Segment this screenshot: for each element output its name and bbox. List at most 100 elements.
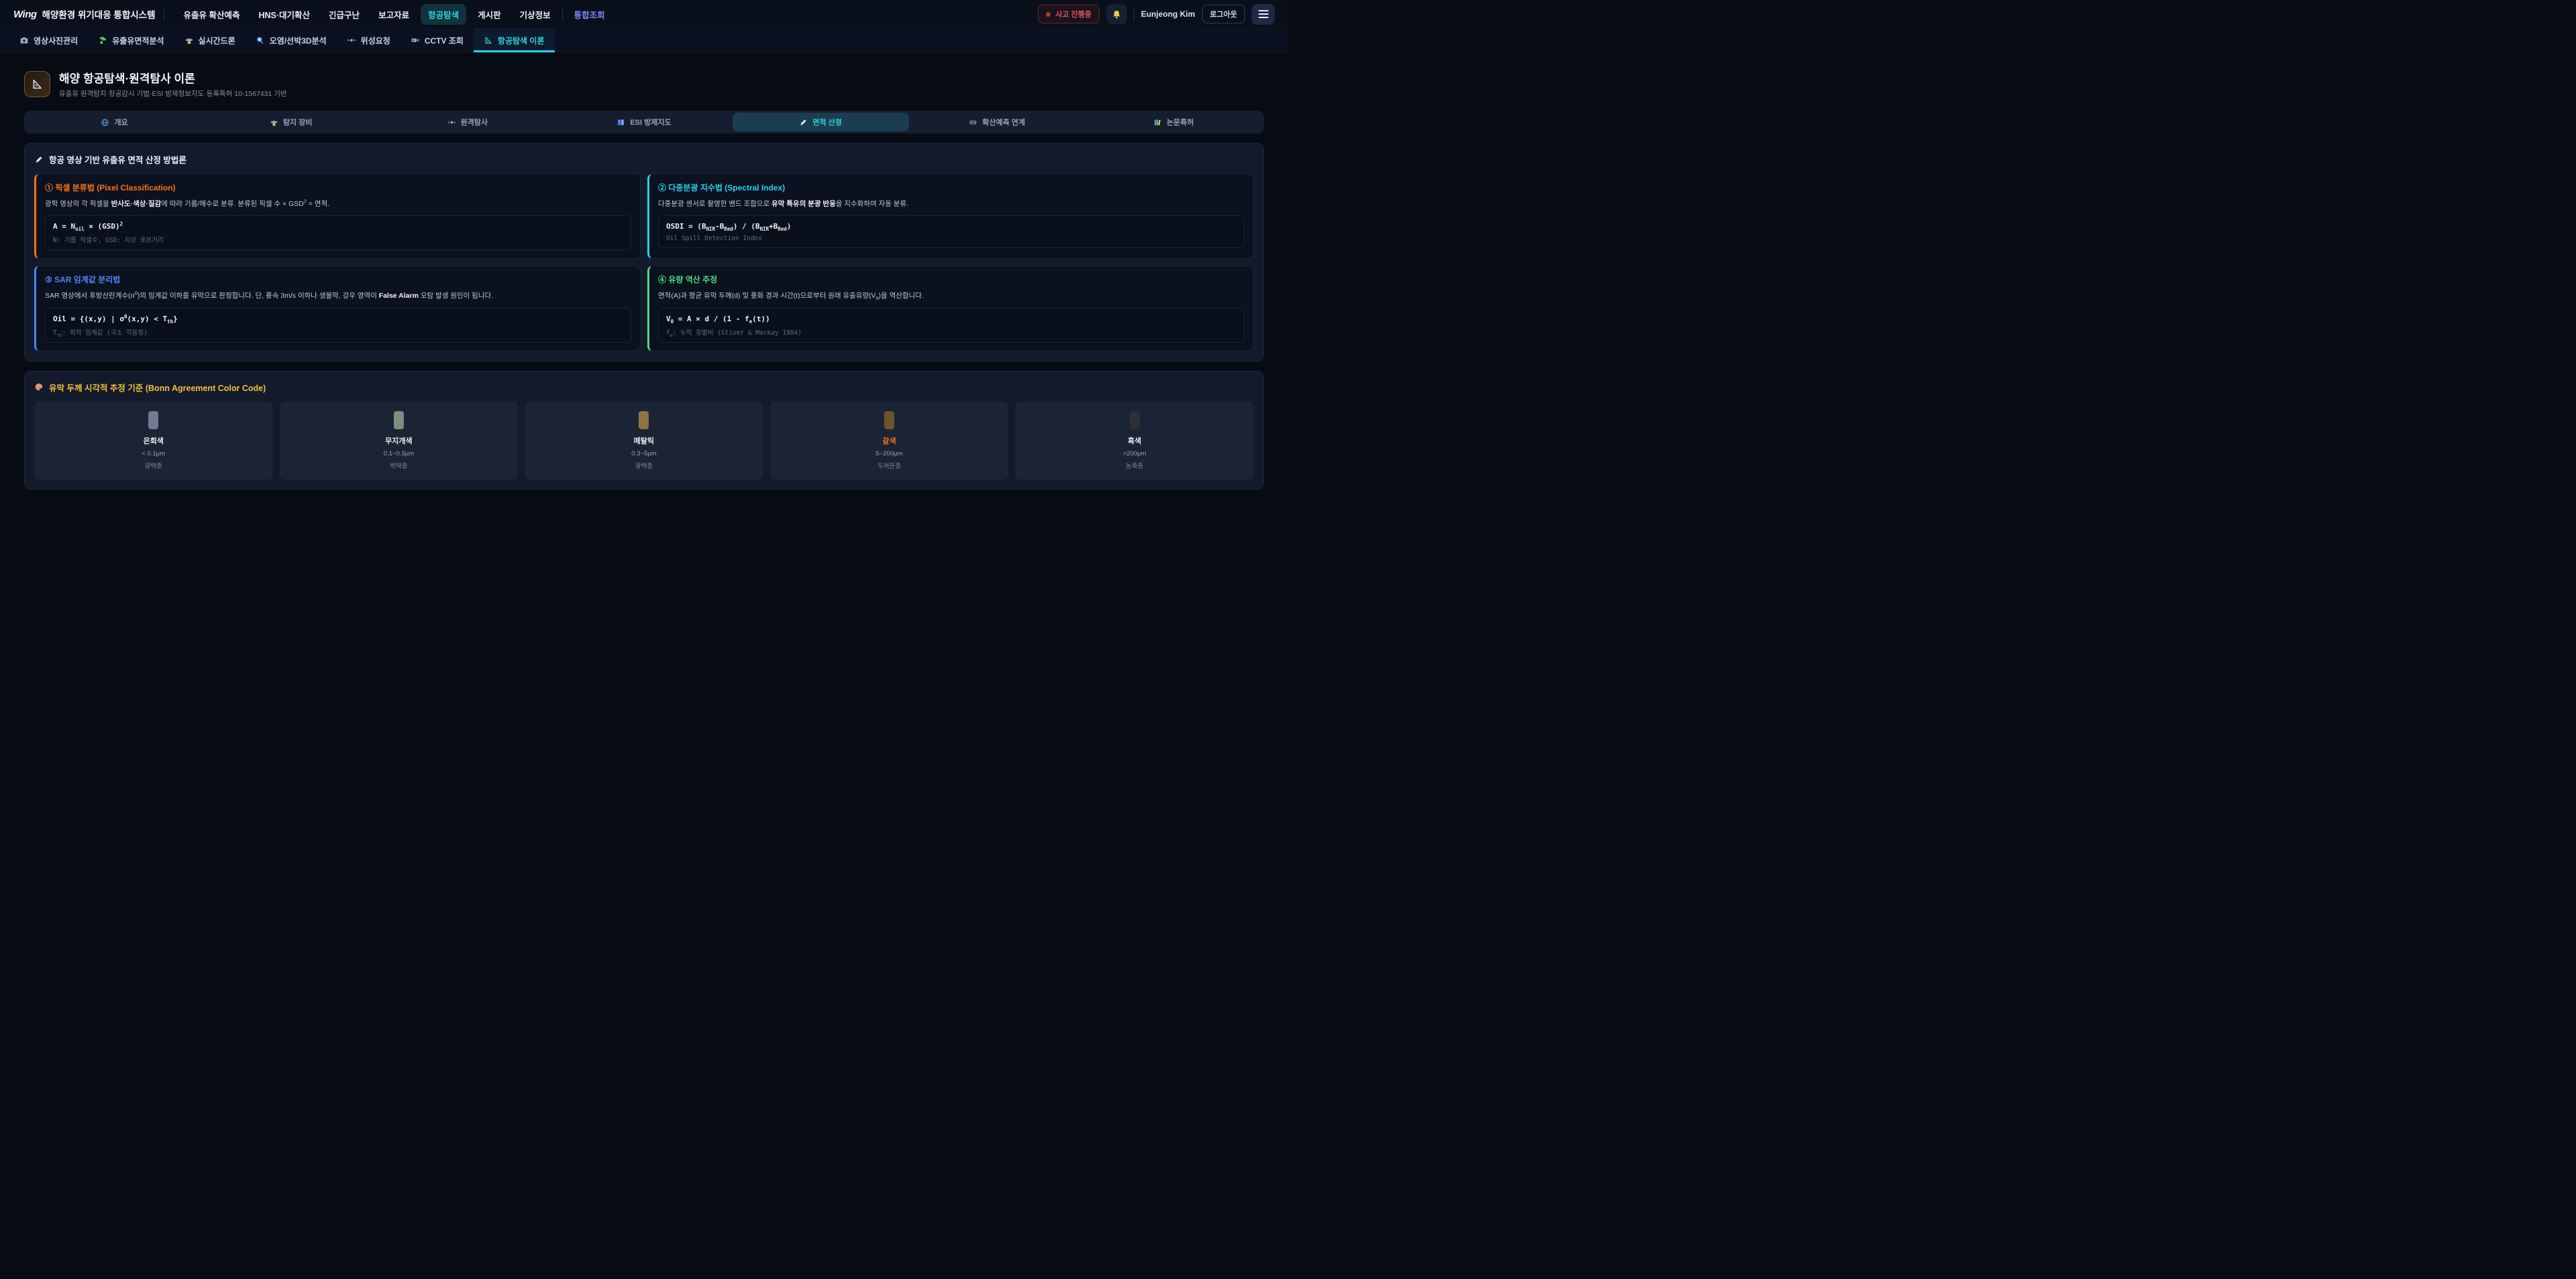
menu-item-board[interactable]: 게시판 — [470, 4, 508, 25]
pencil-icon — [799, 118, 808, 127]
formula-note: fe: 누적 증발비 (Stiver & Mackay 1984) — [666, 327, 1236, 337]
method-card-title: ④ 유량 역산 추정 — [658, 274, 1244, 285]
status-badge-label: 사고 진행중 — [1055, 9, 1091, 19]
palette-icon — [34, 382, 44, 392]
divider — [562, 7, 563, 21]
logout-button[interactable]: 로그아웃 — [1202, 5, 1245, 23]
page-subtitle: 유출유 원격탐지·항공감시 기법·ESI 방제정보지도·등록특허 10-1567… — [59, 89, 287, 99]
menu-item-hns[interactable]: HNS·대기확산 — [251, 4, 317, 25]
menu-item-reports[interactable]: 보고자료 — [371, 4, 417, 25]
method-card-body: 광학 영상의 각 픽셀을 반사도·색상·질감에 따라 기름/해수로 분류. 분류… — [45, 199, 631, 209]
menu-item-integrated-search[interactable]: 통합조회 — [567, 4, 612, 25]
status-dot-icon — [1046, 12, 1051, 17]
method-card-title: ② 다중분광 지수법 (Spectral Index) — [658, 182, 1244, 193]
books-icon — [1153, 118, 1162, 127]
menu-item-weather[interactable]: 기상정보 — [513, 4, 558, 25]
subnav-item-photo-management[interactable]: 영상사진관리 — [9, 28, 88, 52]
drone-icon — [270, 118, 278, 127]
sub-navbar: 영상사진관리 유출유면적분석 실시간드론 오염/선박3D분석 위성요청 — [0, 28, 1288, 53]
puzzle-icon — [98, 36, 107, 45]
brand-title: 해양환경 위기대응 통합시스템 — [42, 7, 156, 21]
hamburger-menu-button[interactable] — [1252, 4, 1275, 25]
methods-section-header: 항공 영상 기반 유출유 면적 산정 방법론 — [34, 153, 1254, 166]
tab-overview[interactable]: 개요 — [26, 113, 203, 131]
menu-item-spill-forecast[interactable]: 유출유 확산예측 — [176, 4, 248, 25]
method-card-body: 면적(A)과 평균 유막 두께(d) 및 풍화 경과 시간(t)으로부터 원래 … — [658, 290, 1244, 301]
area-methods-panel: 항공 영상 기반 유출유 면적 산정 방법론 ① 픽셀 분류법 (Pixel C… — [24, 143, 1264, 362]
tab-detection-equipment[interactable]: 탐지 장비 — [203, 113, 379, 131]
top-navbar: Wing 해양환경 위기대응 통합시스템 유출유 확산예측 HNS·대기확산 긴… — [0, 0, 1288, 28]
drone-icon — [184, 36, 194, 45]
color-swatch — [884, 411, 894, 429]
formula-box: V0 = A × d / (1 - fe(t)) fe: 누적 증발비 (Sti… — [658, 308, 1244, 343]
methods-grid: ① 픽셀 분류법 (Pixel Classification) 광학 영상의 각… — [34, 174, 1254, 351]
bell-icon — [1112, 9, 1122, 19]
bonn-item-brown: 갈색 5~200μm 두꺼운층 — [770, 402, 1009, 480]
method-card-body: 다중분광 센서로 촬영한 밴드 조합으로 유막 특유의 분광 반응을 지수화하여… — [658, 199, 1244, 209]
map-book-icon — [616, 118, 625, 127]
triangle-ruler-icon — [31, 78, 44, 91]
brand-logo: Wing — [13, 9, 37, 20]
bonn-color-code-panel: 유막 두께 시각적 추정 기준 (Bonn Agreement Color Co… — [24, 371, 1264, 490]
subnav-item-realtime-drone[interactable]: 실시간드론 — [174, 28, 246, 52]
pencil-icon — [34, 155, 44, 164]
camera-icon — [19, 36, 29, 45]
triangle-ruler-icon — [484, 36, 493, 45]
theory-tab-strip: 개요 탐지 장비 원격탐사 ESI 방제지도 — [24, 111, 1264, 133]
methods-section-title: 항공 영상 기반 유출유 면적 산정 방법론 — [49, 153, 186, 166]
menu-icon — [1258, 10, 1269, 19]
formula-note: Oil Spill Detection Index — [666, 235, 1236, 242]
user-name: Eunjeong Kim — [1141, 9, 1195, 19]
formula-note: N: 기름 픽셀수, GSD: 지상 표본거리 — [53, 235, 623, 244]
bonn-item-rainbow: 무지개색 0.1~0.3μm 박막층 — [280, 402, 519, 480]
cctv-icon — [411, 36, 420, 45]
page-title: 해양 항공탐색·원격탐사 이론 — [59, 69, 287, 86]
menu-item-rescue[interactable]: 긴급구난 — [321, 4, 367, 25]
satellite-icon — [347, 36, 356, 45]
tab-papers-patents[interactable]: 논문특허 — [1085, 113, 1262, 131]
tab-remote-sensing[interactable]: 원격탐사 — [379, 113, 555, 131]
formula-box: OSDI = (BNIR-BRed) / (BNIR+BRed) Oil Spi… — [658, 215, 1244, 248]
method-card-sar-threshold: ③ SAR 임계값 분리법 SAR 영상에서 후방산란계수(σ0)의 임계값 이… — [34, 266, 641, 351]
method-card-body: SAR 영상에서 후방산란계수(σ0)의 임계값 이하를 유막으로 판정합니다.… — [45, 290, 631, 301]
page-header: 해양 항공탐색·원격탐사 이론 유출유 원격탐지·항공감시 기법·ESI 방제정… — [24, 69, 1264, 99]
bonn-item-black: 흑색 >200μm 농축층 — [1015, 402, 1254, 480]
method-card-title: ③ SAR 임계값 분리법 — [45, 274, 631, 285]
formula-box: Oil = {(x,y) | σ0(x,y) < Tth} Tth: 최적 임계… — [45, 308, 631, 343]
subnav-item-aerial-theory[interactable]: 항공탐색 이론 — [474, 28, 555, 52]
formula-text: Oil = {(x,y) | σ0(x,y) < Tth} — [53, 315, 623, 323]
color-swatch — [639, 411, 649, 429]
color-swatch — [148, 411, 158, 429]
method-card-title: ① 픽셀 분류법 (Pixel Classification) — [45, 182, 631, 193]
subnav-item-satellite-request[interactable]: 위성요청 — [337, 28, 400, 52]
method-card-pixel-classification: ① 픽셀 분류법 (Pixel Classification) 광학 영상의 각… — [34, 174, 641, 259]
bonn-item-silver-gray: 은회색 < 0.1μm 광택층 — [34, 402, 273, 480]
satellite-icon — [447, 118, 456, 127]
formula-text: A = Noil × (GSD)2 — [53, 222, 623, 231]
tab-diffusion-link[interactable]: 확산예측 연계 — [909, 113, 1085, 131]
subnav-item-cctv[interactable]: CCTV 조회 — [400, 28, 474, 52]
formula-text: OSDI = (BNIR-BRed) / (BNIR+BRed) — [666, 222, 1236, 231]
method-card-spectral-index: ② 다중분광 지수법 (Spectral Index) 다중분광 센서로 촬영한… — [647, 174, 1254, 259]
page-content: 해양 항공탐색·원격탐사 이론 유출유 원격탐지·항공감시 기법·ESI 방제정… — [0, 53, 1288, 519]
tab-esi-map[interactable]: ESI 방제지도 — [555, 113, 732, 131]
color-swatch — [1130, 411, 1140, 429]
subnav-item-pollution-ship-3d[interactable]: 오염/선박3D분석 — [246, 28, 337, 52]
menu-item-aerial-search[interactable]: 항공탐색 — [421, 4, 466, 25]
subnav-item-spill-area-analysis[interactable]: 유출유면적분석 — [88, 28, 174, 52]
bonn-item-metallic: 메탈릭 0.3~5μm 광택층 — [525, 402, 763, 480]
link-icon — [969, 118, 977, 127]
formula-box: A = Noil × (GSD)2 N: 기름 픽셀수, GSD: 지상 표본거… — [45, 215, 631, 250]
color-swatch — [394, 411, 404, 429]
incident-status-badge[interactable]: 사고 진행중 — [1038, 5, 1099, 23]
tab-area-estimation[interactable]: 면적 산정 — [733, 113, 909, 131]
navbar-right: 사고 진행중 Eunjeong Kim 로그아웃 — [1038, 4, 1275, 25]
brand[interactable]: Wing 해양환경 위기대응 통합시스템 — [13, 7, 156, 21]
main-menu: 유출유 확산예측 HNS·대기확산 긴급구난 보고자료 항공탐색 게시판 기상정… — [176, 4, 612, 25]
formula-note: Tth: 최적 임계값 (국소 적응형) — [53, 327, 623, 337]
notifications-button[interactable] — [1106, 4, 1127, 24]
bonn-section-title: 유막 두께 시각적 추정 기준 (Bonn Agreement Color Co… — [49, 381, 266, 394]
bonn-section-header: 유막 두께 시각적 추정 기준 (Bonn Agreement Color Co… — [34, 381, 1254, 394]
page-header-icon-box — [24, 71, 50, 97]
globe-icon — [101, 118, 109, 127]
